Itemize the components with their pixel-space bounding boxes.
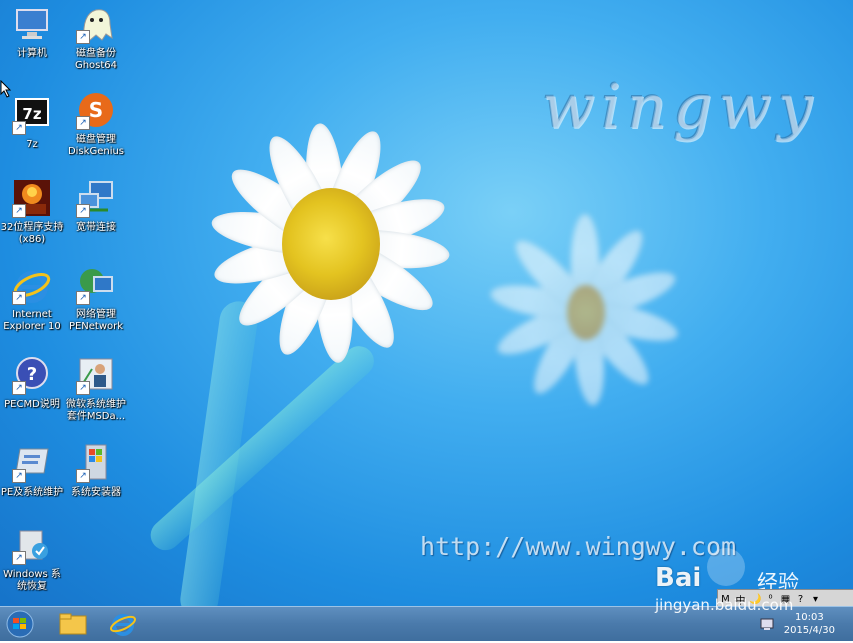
shortcut-arrow-icon: ↗ [12,204,26,218]
shortcut-arrow-icon: ↗ [76,469,90,483]
diskgenius-icon: S ↗ [76,90,116,130]
shortcut-arrow-icon: ↗ [12,551,26,565]
recovery-icon: ↗ [12,525,52,565]
desktop-icon-label: 微软系统维护 套件MSDa... [66,399,126,422]
file-explorer-button[interactable] [50,609,96,639]
pe-maintenance-icon: ↗ [12,443,52,483]
ie-icon [110,614,136,636]
baidu-site-watermark: jingyan.baidu.com [655,596,794,614]
ie-icon: ↗ [12,265,52,305]
shortcut-arrow-icon: ↗ [12,291,26,305]
desktop-icon-installer[interactable]: ↗ 系统安装器 [58,443,134,499]
clock-date: 2015/4/30 [783,625,835,636]
internet-explorer-button[interactable] [100,609,146,639]
baidu-brand: Bai [655,563,702,593]
shortcut-arrow-icon: ↗ [76,204,90,218]
shortcut-arrow-icon: ↗ [76,116,90,130]
shortcut-arrow-icon: ↗ [76,291,90,305]
shortcut-arrow-icon: ↗ [12,121,26,135]
ime-help-icon[interactable]: ? [793,594,808,605]
wingwy-watermark: wingwy [542,70,819,143]
mouse-cursor-icon [0,80,12,98]
wingwy-url-watermark: http://www.wingwy.com [420,532,737,561]
desktop-icon-label: 系统安装器 [71,487,121,498]
shortcut-arrow-icon: ↗ [12,381,26,395]
x86-support-icon: ↗ [12,178,52,218]
installer-icon: ↗ [76,443,116,483]
desktop-icon-label: 宽带连接 [76,222,116,233]
baidu-paw-icon [707,548,745,586]
desktop-icon-label: Windows 系 统恢复 [3,569,61,592]
svg-text:?: ? [27,364,37,385]
folder-icon [59,613,87,635]
help-icon: ? ↗ [12,355,52,395]
desktop-icon-diskgenius[interactable]: S ↗ 磁盘管理 DiskGenius [58,90,134,158]
desktop-icon-network[interactable]: ↗ 网络管理 PENetwork [58,265,134,333]
start-button[interactable] [0,609,46,639]
computer-icon [12,4,52,44]
windows-logo-icon [6,610,34,638]
svg-text:S: S [89,98,103,122]
shortcut-arrow-icon: ↗ [12,469,26,483]
desktop-icon-ghost[interactable]: ↗ 磁盘备份 Ghost64 [58,4,134,72]
desktop-icon-broadband[interactable]: ↗ 宽带连接 [58,178,134,234]
broadband-icon: ↗ [76,178,116,218]
ime-options-button[interactable]: ▾ [808,594,823,605]
tray-network-icon[interactable] [760,617,774,631]
flower-stem-2 [144,340,381,557]
taskbar-clock[interactable]: 10:03 2015/4/30 [784,611,835,637]
network-icon: ↗ [76,265,116,305]
desktop-icon-label: 磁盘备份 Ghost64 [74,48,118,71]
7zip-icon: 7z ↗ [12,95,52,135]
desktop-icon-label: 网络管理 PENetwork [68,309,124,332]
shortcut-arrow-icon: ↗ [76,381,90,395]
shortcut-arrow-icon: ↗ [76,30,90,44]
desktop-icon-recovery[interactable]: ↗ Windows 系 统恢复 [0,525,70,593]
desktop[interactable]: wingwy http://www.wingwy.com Bai 经验 计算机 … [0,0,853,606]
ghost-icon: ↗ [76,4,116,44]
msdart-icon: ↗ [76,355,116,395]
desktop-icon-label: 磁盘管理 DiskGenius [67,134,125,157]
desktop-icon-msdart[interactable]: ↗ 微软系统维护 套件MSDa... [58,355,134,423]
